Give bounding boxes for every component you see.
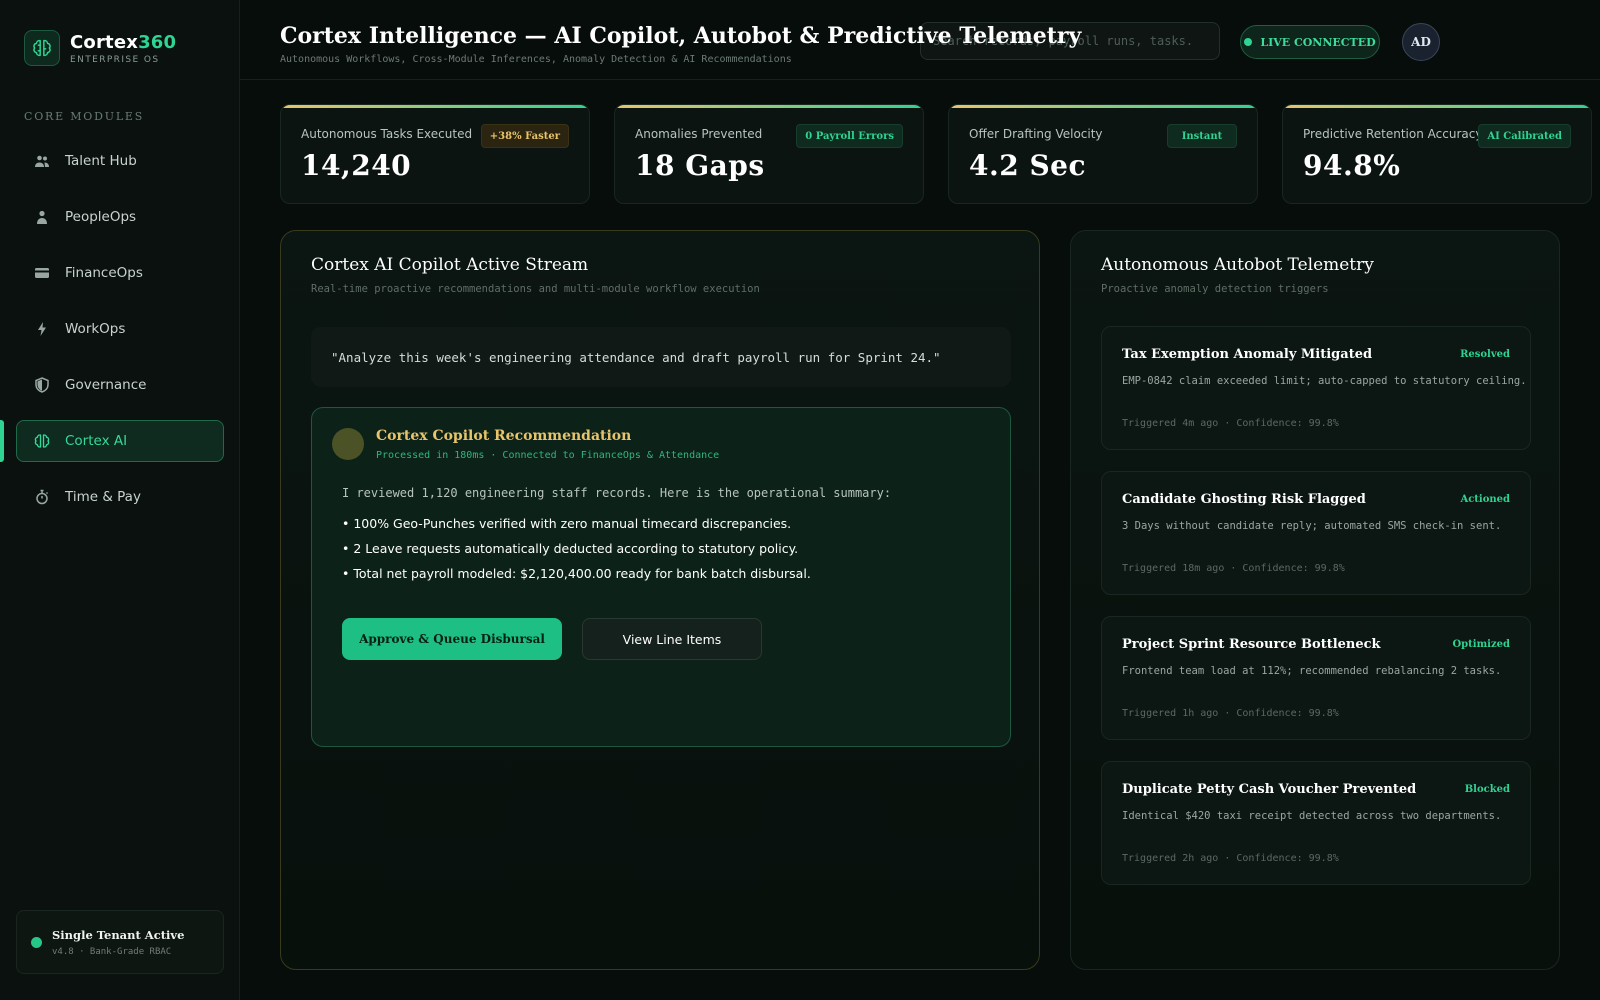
kpi-value: 14,240 bbox=[301, 149, 412, 182]
alert-description: Identical $420 taxi receipt detected acr… bbox=[1122, 810, 1502, 822]
kpi-label: Predictive Retention Accuracy bbox=[1303, 127, 1483, 141]
sidebar-item-label: PeopleOps bbox=[65, 209, 137, 225]
alert-title: Candidate Ghosting Risk Flagged bbox=[1122, 492, 1366, 507]
sidebar-item-label: Cortex AI bbox=[65, 433, 128, 449]
kpi-label: Anomalies Prevented bbox=[635, 127, 763, 141]
alert-description: Frontend team load at 112%; recommended … bbox=[1122, 665, 1502, 677]
sidebar-item-label: WorkOps bbox=[65, 321, 126, 337]
brand-name: Cortex360 bbox=[70, 31, 177, 53]
panel-subtitle: Proactive anomaly detection triggers bbox=[1101, 283, 1329, 295]
approve-disbursal-button[interactable]: Approve & Queue Disbursal bbox=[342, 618, 562, 660]
kpi-card-retention: Predictive Retention Accuracy 94.8% AI C… bbox=[1282, 104, 1592, 204]
alert-footer: Triggered 18m ago · Confidence: 99.8% bbox=[1122, 563, 1345, 574]
recommendation-intro: I reviewed 1,120 engineering staff recor… bbox=[342, 486, 892, 500]
status-badge: Blocked bbox=[1464, 784, 1510, 795]
recommendation-title: Cortex Copilot Recommendation bbox=[376, 428, 632, 444]
sidebar-item-peopleops[interactable]: PeopleOps bbox=[16, 196, 224, 238]
copilot-prompt: "Analyze this week's engineering attenda… bbox=[311, 327, 1011, 387]
tenant-status-card: Single Tenant Active v4.8 · Bank-Grade R… bbox=[16, 910, 224, 974]
sidebar-item-workops[interactable]: WorkOps bbox=[16, 308, 224, 350]
copilot-panel: Cortex AI Copilot Active Stream Real-tim… bbox=[280, 230, 1040, 970]
brand[interactable]: Cortex360 ENTERPRISE OS bbox=[24, 30, 176, 66]
header: Cortex Intelligence — AI Copilot, Autobo… bbox=[240, 0, 1600, 80]
status-badge: Optimized bbox=[1452, 639, 1510, 650]
kpi-accent-bar bbox=[949, 105, 1257, 108]
kpi-card-offer-velocity: Offer Drafting Velocity 4.2 Sec Instant bbox=[948, 104, 1258, 204]
sidebar: Cortex360 ENTERPRISE OS CORE MODULES Tal… bbox=[0, 0, 240, 1000]
kpi-value: 4.2 Sec bbox=[969, 149, 1087, 182]
kpi-badge: AI Calibrated bbox=[1478, 124, 1571, 148]
kpi-value: 18 Gaps bbox=[635, 149, 765, 182]
telemetry-alert[interactable]: Candidate Ghosting Risk Flagged Actioned… bbox=[1101, 471, 1531, 595]
tenant-title: Single Tenant Active bbox=[52, 927, 185, 942]
alert-footer: Triggered 4m ago · Confidence: 99.8% bbox=[1122, 418, 1339, 429]
kpi-badge: +38% Faster bbox=[480, 124, 569, 148]
status-badge: Actioned bbox=[1460, 494, 1510, 505]
kpi-accent-bar bbox=[281, 105, 589, 108]
section-label: CORE MODULES bbox=[24, 110, 145, 123]
sidebar-nav: Talent Hub PeopleOps FinanceOps WorkOps … bbox=[16, 140, 224, 532]
sidebar-item-label: Talent Hub bbox=[65, 153, 137, 169]
telemetry-alert[interactable]: Project Sprint Resource Bottleneck Optim… bbox=[1101, 616, 1531, 740]
kpi-accent-bar bbox=[1283, 105, 1591, 108]
kpi-card-anomalies: Anomalies Prevented 18 Gaps 0 Payroll Er… bbox=[614, 104, 924, 204]
page-title: Cortex Intelligence — AI Copilot, Autobo… bbox=[280, 23, 1082, 49]
panel-title: Autonomous Autobot Telemetry bbox=[1101, 255, 1374, 275]
telemetry-alert[interactable]: Duplicate Petty Cash Voucher Prevented B… bbox=[1101, 761, 1531, 885]
tenant-subtitle: v4.8 · Bank-Grade RBAC bbox=[52, 946, 172, 957]
view-line-items-button[interactable]: View Line Items bbox=[582, 618, 762, 660]
sidebar-item-time-pay[interactable]: Time & Pay bbox=[16, 476, 224, 518]
recommendation-meta: Processed in 180ms · Connected to Financ… bbox=[376, 450, 720, 461]
card-icon bbox=[33, 264, 51, 282]
status-dot bbox=[31, 936, 42, 948]
sidebar-item-label: Time & Pay bbox=[65, 489, 141, 505]
stopwatch-icon bbox=[33, 488, 51, 506]
recommendation-card: Cortex Copilot Recommendation Processed … bbox=[311, 407, 1011, 747]
shield-icon bbox=[33, 376, 51, 394]
telemetry-alert[interactable]: Tax Exemption Anomaly Mitigated Resolved… bbox=[1101, 326, 1531, 450]
avatar[interactable]: AD bbox=[1402, 23, 1440, 61]
person-icon bbox=[33, 208, 51, 226]
recommendation-bullet: • 100% Geo-Punches verified with zero ma… bbox=[342, 516, 792, 531]
kpi-label: Offer Drafting Velocity bbox=[969, 127, 1103, 141]
brain-icon bbox=[33, 432, 51, 450]
recommendation-bullet: • Total net payroll modeled: $2,120,400.… bbox=[342, 566, 811, 581]
kpi-badge: 0 Payroll Errors bbox=[796, 124, 903, 148]
alert-title: Tax Exemption Anomaly Mitigated bbox=[1122, 347, 1373, 362]
telemetry-panel: Autonomous Autobot Telemetry Proactive a… bbox=[1070, 230, 1560, 970]
brand-subtitle: ENTERPRISE OS bbox=[70, 54, 160, 65]
recommendation-bullet: • 2 Leave requests automatically deducte… bbox=[342, 541, 799, 556]
brain-logo-icon bbox=[24, 30, 60, 66]
page-subtitle: Autonomous Workflows, Cross-Module Infer… bbox=[280, 54, 792, 65]
sidebar-item-cortex-ai[interactable]: Cortex AI bbox=[16, 420, 224, 462]
sidebar-item-governance[interactable]: Governance bbox=[16, 364, 224, 406]
alert-description: EMP-0842 claim exceeded limit; auto-capp… bbox=[1122, 375, 1527, 387]
kpi-badge: Instant bbox=[1167, 124, 1237, 148]
sidebar-item-talent-hub[interactable]: Talent Hub bbox=[16, 140, 224, 182]
alert-description: 3 Days without candidate reply; automate… bbox=[1122, 520, 1502, 532]
panel-title: Cortex AI Copilot Active Stream bbox=[311, 255, 589, 275]
live-dot-icon bbox=[1244, 38, 1253, 46]
status-badge: Resolved bbox=[1460, 349, 1510, 360]
alert-title: Project Sprint Resource Bottleneck bbox=[1122, 637, 1381, 652]
kpi-value: 94.8% bbox=[1303, 149, 1401, 182]
kpi-label: Autonomous Tasks Executed bbox=[301, 127, 473, 141]
active-indicator bbox=[0, 420, 4, 462]
people-icon bbox=[33, 152, 51, 170]
copilot-orb-icon bbox=[332, 428, 364, 460]
live-status-badge: LIVE CONNECTED bbox=[1240, 25, 1380, 59]
bolt-icon bbox=[33, 320, 51, 338]
alert-title: Duplicate Petty Cash Voucher Prevented bbox=[1122, 782, 1417, 797]
panel-subtitle: Real-time proactive recommendations and … bbox=[311, 283, 760, 295]
sidebar-item-label: Governance bbox=[65, 377, 147, 393]
alert-footer: Triggered 2h ago · Confidence: 99.8% bbox=[1122, 853, 1339, 864]
kpi-accent-bar bbox=[615, 105, 923, 108]
sidebar-item-label: FinanceOps bbox=[65, 265, 143, 281]
sidebar-item-financeops[interactable]: FinanceOps bbox=[16, 252, 224, 294]
alert-footer: Triggered 1h ago · Confidence: 99.8% bbox=[1122, 708, 1339, 719]
live-label: LIVE CONNECTED bbox=[1260, 35, 1376, 49]
kpi-card-autonomous-tasks: Autonomous Tasks Executed 14,240 +38% Fa… bbox=[280, 104, 590, 204]
